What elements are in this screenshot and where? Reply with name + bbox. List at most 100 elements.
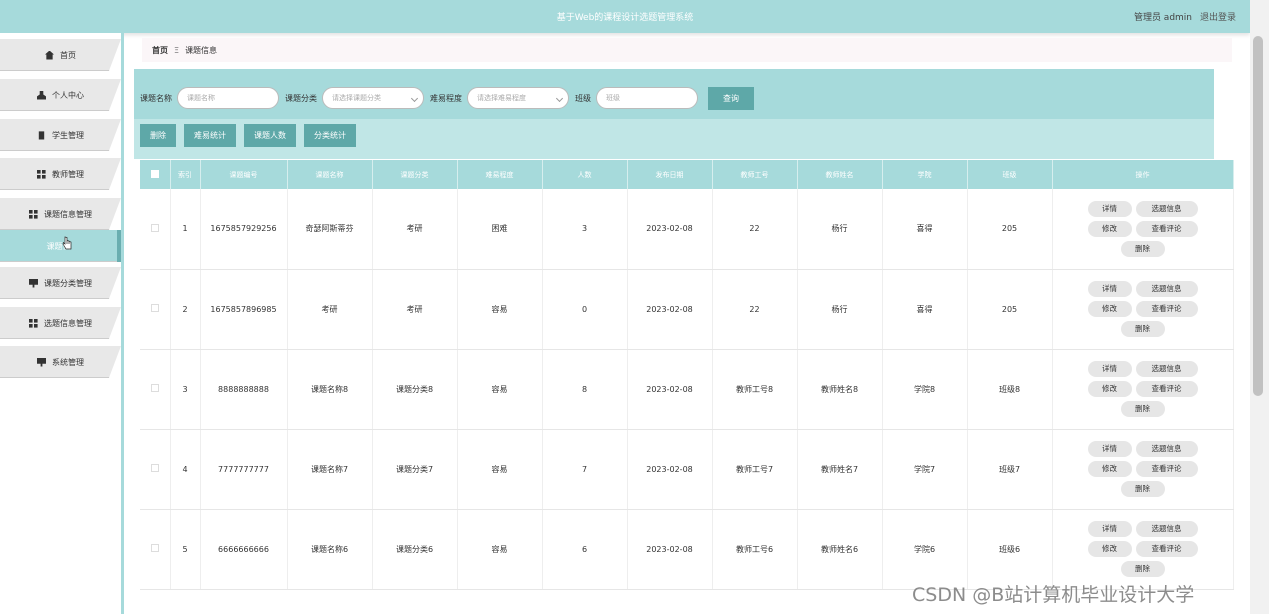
view-comments-button[interactable]: 查看评论 [1135,541,1198,557]
column-header: 人数 [542,160,628,189]
monitor-icon [29,278,38,288]
search-bar: 课题名称 课题名称 课题分类 请选择课题分类 难易程度 请选择难易程度 班级 班… [140,85,754,111]
main-content: 首页 Ξ 课题信息 课题名称 课题名称 课题分类 请选择课题分类 难易程度 请选… [124,33,1250,614]
sidebar-item-personal-center[interactable]: 个人中心 [0,79,121,111]
table-cell: 7 [542,429,628,510]
detail-button[interactable]: 详情 [1087,200,1132,217]
select-topic-button[interactable]: 选题信息 [1135,521,1198,537]
sidebar-item-teachers[interactable]: 教师管理 [0,158,121,190]
chevron-down-icon [410,94,419,103]
table-cell: 1675857896985 [200,269,288,350]
row-checkbox[interactable] [150,223,159,232]
table-cell: 0 [542,269,628,350]
detail-button[interactable]: 详情 [1087,521,1132,537]
row-delete-button[interactable]: 删除 [1120,240,1165,257]
monitor-icon [37,357,46,367]
edit-button[interactable]: 修改 [1087,541,1132,557]
table-cell: 课题名称8 [287,349,373,430]
table-cell: 教师工号6 [712,509,798,590]
edit-button[interactable]: 修改 [1087,301,1132,317]
class-input[interactable]: 班级 [596,87,698,109]
sidebar-item-topic-info[interactable]: 课题信 [0,230,121,262]
edit-button[interactable]: 修改 [1087,381,1132,397]
table-row: 3 8888888888 课题名称8 课题分类8 容易 8 2023-02-08 教师工号8 教… [140,349,1234,430]
difficulty-stats-button[interactable]: 难易统计 [184,124,236,147]
select-all-cell[interactable] [140,160,171,189]
row-select-cell[interactable] [140,429,171,510]
sidebar-item-home[interactable]: 首页 [0,39,121,71]
table-cell: 1675857929256 [200,189,288,270]
view-comments-button[interactable]: 查看评论 [1135,461,1198,477]
select-topic-button[interactable]: 选题信息 [1135,361,1198,377]
sidebar-item-topic-management[interactable]: 课题信息管理 [0,198,121,230]
row-checkbox[interactable] [150,464,159,472]
query-button[interactable]: 查询 [708,86,754,110]
row-select-cell[interactable] [140,509,171,590]
edit-button[interactable]: 修改 [1087,461,1132,477]
table-cell: 考研 [372,189,458,270]
select-all-checkbox[interactable] [150,169,159,178]
row-delete-button[interactable]: 删除 [1120,481,1165,497]
sidebar-item-selection-info[interactable]: 选题信息管理 [0,307,121,339]
top-bar: 基于Web的课程设计选题管理系统 管理员 admin 退出登录 [0,0,1250,33]
difficulty-select[interactable]: 请选择难易程度 [467,87,569,109]
column-header: 操作 [1052,160,1234,189]
table-cell: 困难 [457,189,543,270]
row-delete-button[interactable]: 删除 [1120,321,1165,337]
topic-category-label: 课题分类 [285,93,317,103]
table-cell: 6 [542,509,628,590]
select-topic-button[interactable]: 选题信息 [1135,441,1198,457]
difficulty-placeholder: 请选择难易程度 [477,94,526,102]
view-comments-button[interactable]: 查看评论 [1135,381,1198,397]
table-cell: 课题名称7 [287,429,373,510]
chevron-down-icon [555,94,564,103]
table-cell: 容易 [457,429,543,510]
topic-count-button[interactable]: 课题人数 [244,124,296,147]
select-topic-button[interactable]: 选题信息 [1135,200,1198,217]
column-header: 教师姓名 [797,160,883,189]
edit-button[interactable]: 修改 [1087,220,1132,237]
sidebar-item-topic-category[interactable]: 课题分类管理 [0,267,121,299]
row-operations: 详情 选题信息 修改 查看评论删除 [1052,269,1234,350]
row-checkbox[interactable] [150,384,159,392]
row-checkbox[interactable] [150,544,159,552]
table-cell: 3 [170,349,201,430]
sidebar-item-label: 首页 [60,50,76,60]
row-delete-button[interactable]: 删除 [1120,561,1165,577]
row-select-cell[interactable] [140,349,171,430]
grid-icon [29,318,38,328]
view-comments-button[interactable]: 查看评论 [1135,301,1198,317]
table-cell: 课题分类8 [372,349,458,430]
detail-button[interactable]: 详情 [1087,281,1132,297]
row-checkbox[interactable] [150,304,159,312]
page-scrollbar[interactable] [1250,0,1269,614]
scrollbar-thumb[interactable] [1253,36,1263,396]
sidebar-item-system[interactable]: 系统管理 [0,346,121,378]
topic-name-input[interactable]: 课题名称 [177,87,279,109]
hand-cursor-icon [62,236,72,250]
detail-button[interactable]: 详情 [1087,361,1132,377]
table-cell: 3 [542,189,628,270]
row-select-cell[interactable] [140,189,171,270]
delete-button[interactable]: 删除 [140,124,176,147]
row-select-cell[interactable] [140,269,171,350]
category-stats-button[interactable]: 分类统计 [304,124,356,147]
table-row: 4 7777777777 课题名称7 课题分类7 容易 7 2023-02-08 教师工号7 教… [140,429,1234,510]
breadcrumb-home[interactable]: 首页 [152,45,168,56]
table-cell: 杨行 [797,269,883,350]
table-cell: 8 [542,349,628,430]
row-delete-button[interactable]: 删除 [1120,401,1165,417]
logout-link[interactable]: 退出登录 [1200,10,1236,23]
topic-category-select[interactable]: 请选择课题分类 [322,87,424,109]
detail-button[interactable]: 详情 [1087,441,1132,457]
table-cell: 学院8 [882,349,968,430]
table-cell: 22 [712,189,798,270]
table-cell: 教师姓名6 [797,509,883,590]
select-topic-button[interactable]: 选题信息 [1135,281,1198,297]
table-cell: 教师工号8 [712,349,798,430]
sidebar-item-students[interactable]: 学生管理 [0,119,121,151]
table-cell: 205 [967,189,1053,270]
sidebar-item-label: 学生管理 [52,130,84,140]
view-comments-button[interactable]: 查看评论 [1135,220,1198,237]
table-cell: 2023-02-08 [627,349,713,430]
